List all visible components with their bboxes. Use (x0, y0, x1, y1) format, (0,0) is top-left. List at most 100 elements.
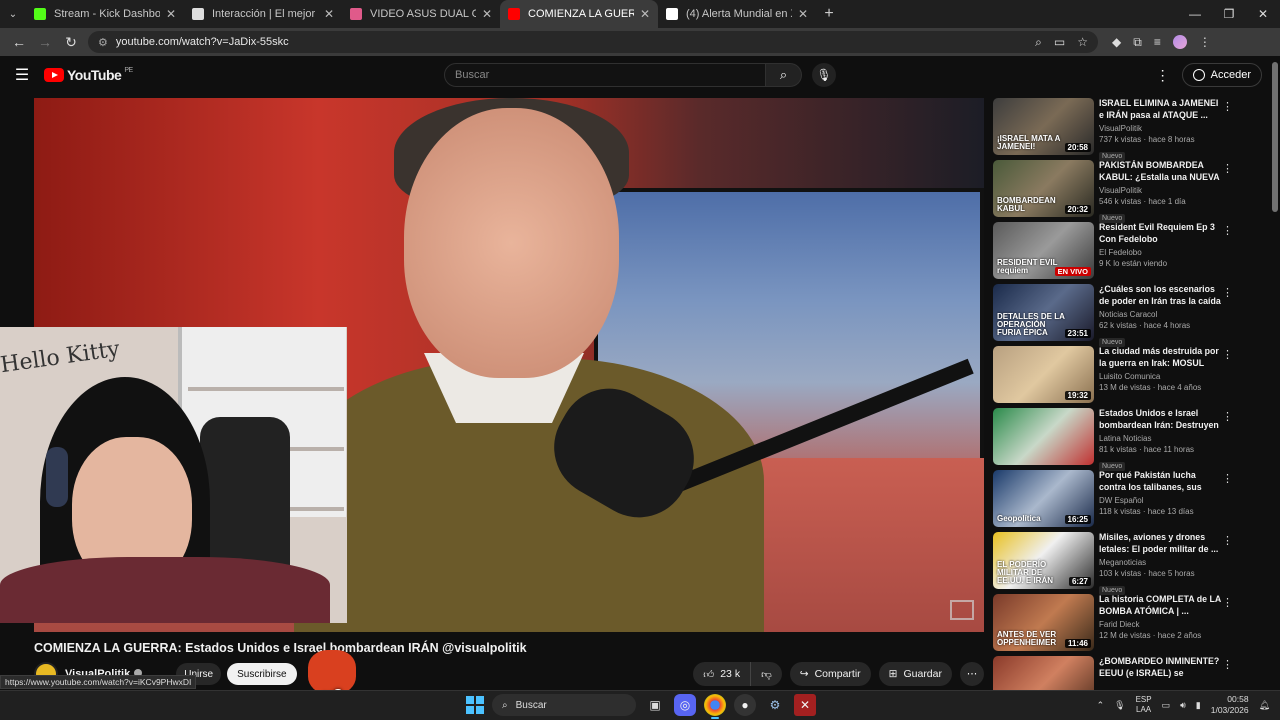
video-thumbnail[interactable]: RESIDENT EVIL requiem EN VIVO (993, 222, 1094, 279)
recommendation-channel[interactable]: Noticias Caracol (1099, 309, 1221, 320)
more-actions-icon[interactable]: ⋯ (960, 662, 984, 686)
recommendation-channel[interactable]: Luisito Comunica (1099, 371, 1221, 382)
site-info-icon[interactable]: ⚙ (98, 36, 108, 49)
new-tab-icon[interactable]: + (816, 5, 842, 23)
recommendation-item[interactable]: Geopolítica 16:25 Por qué Pakistán lucha c… (993, 470, 1243, 532)
task-view-icon[interactable]: ▣ (644, 694, 666, 716)
browser-tab[interactable]: VIDEO ASUS DUAL GEFORCE RTX ✕ (342, 0, 500, 28)
search-icon[interactable]: ⌕ (766, 63, 802, 87)
tab-close-icon[interactable]: ✕ (798, 7, 808, 21)
guide-menu-icon[interactable]: ☰ (0, 65, 44, 85)
reading-list-icon[interactable]: ≡ (1154, 35, 1161, 49)
system-clock[interactable]: 00:58 1/03/2026 (1211, 694, 1249, 716)
recommendation-item[interactable]: 19:32 La ciudad más destruida por la guer… (993, 346, 1243, 408)
recommendation-item[interactable]: Estados Unidos e Israel bombardean Irán:… (993, 408, 1243, 471)
more-options-icon[interactable]: ⋮ (1222, 348, 1233, 361)
close-window-icon[interactable]: ✕ (1246, 7, 1280, 21)
volume-icon[interactable]: 🔊︎ (1180, 700, 1186, 711)
search-input[interactable]: Buscar (444, 63, 766, 87)
reload-icon[interactable]: ↻ (58, 34, 84, 51)
video-thumbnail[interactable]: DETALLES DE LA OPERACIÓN FURIA ÉPICA 23:5… (993, 284, 1094, 341)
like-button[interactable]: 👍︎ 23 k (693, 662, 752, 686)
more-options-icon[interactable]: ⋮ (1222, 410, 1233, 423)
steam-icon[interactable]: ⚙ (764, 694, 786, 716)
windows-start-icon[interactable] (466, 696, 484, 714)
tray-mic-icon[interactable]: 🎙 (1114, 700, 1125, 711)
recommendation-item[interactable]: RESIDENT EVIL requiem EN VIVO Resident Evi… (993, 222, 1243, 284)
video-thumbnail[interactable]: BOMBARDEAN KABUL 20:32 (993, 160, 1094, 217)
input-language[interactable]: ESP LAA (1136, 695, 1152, 715)
browser-tab[interactable]: Stream - Kick Dashboard ✕ (26, 0, 184, 28)
recommendation-channel[interactable]: El Fedelobo (1099, 247, 1221, 258)
page-scrollbar[interactable] (1272, 62, 1278, 212)
restore-icon[interactable]: ❐ (1212, 7, 1246, 21)
more-options-icon[interactable]: ⋮ (1222, 596, 1233, 609)
browser-menu-icon[interactable]: ⋮ (1199, 35, 1211, 49)
profile-avatar[interactable] (1172, 35, 1187, 49)
tab-title: VIDEO ASUS DUAL GEFORCE RTX (370, 8, 476, 20)
sign-in-button[interactable]: Acceder (1181, 63, 1262, 87)
more-options-icon[interactable]: ⋮ (1222, 534, 1233, 547)
cast-icon[interactable]: ▭ (1054, 35, 1065, 50)
channel-watermark-icon[interactable] (950, 600, 974, 620)
settings-menu-icon[interactable]: ⋮ (1156, 67, 1170, 84)
taskbar-search[interactable]: ⌕ Buscar (492, 694, 636, 716)
recommendation-item[interactable]: BOMBARDEAN KABUL 20:32 PAKISTÁN BOMBARDEA … (993, 160, 1243, 223)
forward-icon[interactable]: → (32, 34, 58, 50)
battery-icon[interactable]: ▮ (1196, 700, 1201, 711)
back-icon[interactable]: ← (6, 34, 32, 50)
more-options-icon[interactable]: ⋮ (1222, 286, 1233, 299)
dota-icon[interactable]: ✕ (794, 694, 816, 716)
more-options-icon[interactable]: ⋮ (1222, 224, 1233, 237)
more-options-icon[interactable]: ⋮ (1222, 162, 1233, 175)
recommendation-channel[interactable]: VisualPolitik (1099, 185, 1221, 196)
subscribe-button[interactable]: Suscribirse (227, 663, 297, 685)
browser-tab[interactable]: Interacción | El mejor software para ✕ (184, 0, 342, 28)
microphone-icon[interactable]: 🎙 (812, 63, 836, 87)
minimize-icon[interactable]: — (1178, 7, 1212, 21)
recommendation-channel[interactable]: DW Español (1099, 495, 1221, 506)
more-options-icon[interactable]: ⋮ (1222, 100, 1233, 113)
recommendation-item[interactable]: ¡ISRAEL MATA A JAMENEI! 20:58 ISRAEL ELIMI… (993, 98, 1243, 161)
thumbnail-caption: EL PODERÍO MILITAR DE EE.UU. E IRÁN (997, 560, 1054, 585)
dislike-button[interactable]: 👎︎ (751, 662, 782, 686)
tray-overflow-icon[interactable]: ⌃ (1097, 700, 1105, 711)
browser-tab[interactable]: COMIENZA LA GUERRA: Estados Unidos ✕ (500, 0, 658, 28)
zoom-icon[interactable]: ⌕ (1035, 35, 1042, 50)
discord-icon[interactable]: ◎ (674, 694, 696, 716)
chrome-icon[interactable] (704, 694, 726, 719)
recommendation-meta: Estados Unidos e Israel bombardean Irán:… (1099, 408, 1221, 471)
tab-close-icon[interactable]: ✕ (166, 7, 176, 21)
recommendation-channel[interactable]: Latina Noticias (1099, 433, 1221, 444)
tab-close-icon[interactable]: ✕ (640, 7, 650, 21)
obs-icon[interactable]: ● (734, 694, 756, 716)
share-button[interactable]: ↪ Compartir (789, 662, 871, 686)
recommendation-item[interactable]: EL PODERÍO MILITAR DE EE.UU. E IRÁN 6:27 M… (993, 532, 1243, 595)
video-thumbnail[interactable]: ¡ISRAEL MATA A JAMENEI! 20:58 (993, 98, 1094, 155)
video-thumbnail[interactable] (993, 408, 1094, 465)
notifications-icon[interactable]: 🔔︎ (1259, 700, 1270, 711)
tab-close-icon[interactable]: ✕ (324, 7, 334, 21)
recommendation-channel[interactable]: Meganoticias (1099, 557, 1221, 568)
video-thumbnail[interactable]: Geopolítica 16:25 (993, 470, 1094, 527)
video-thumbnail[interactable]: 19:32 (993, 346, 1094, 403)
video-thumbnail[interactable]: ANTES DE VER OPPENHEIMER 11:46 (993, 594, 1094, 651)
address-bar[interactable]: ⚙ youtube.com/watch?v=JaDix-55skc ⌕ ▭ ☆ (88, 31, 1098, 53)
youtube-logo[interactable]: YouTube PE (44, 67, 133, 83)
recommendation-channel[interactable]: Farid Dieck (1099, 619, 1221, 630)
recommendation-item[interactable]: DETALLES DE LA OPERACIÓN FURIA ÉPICA 23:5… (993, 284, 1243, 347)
tab-search-icon[interactable]: ⌄ (0, 0, 26, 28)
extensions-puzzle-icon[interactable]: ⧉ (1133, 35, 1142, 50)
recommendation-channel[interactable]: VisualPolitik (1099, 123, 1221, 134)
tab-close-icon[interactable]: ✕ (482, 7, 492, 21)
extension-icon[interactable]: ◆ (1112, 35, 1121, 49)
bookmark-star-icon[interactable]: ☆ (1077, 35, 1088, 50)
browser-tab[interactable]: (4) Alerta Mundial en X: "usa y ✕ (658, 0, 816, 28)
more-options-icon[interactable]: ⋮ (1222, 472, 1233, 485)
save-button[interactable]: ⊞ Guardar (878, 662, 952, 686)
more-options-icon[interactable]: ⋮ (1222, 658, 1233, 671)
network-icon[interactable]: ▭ (1162, 700, 1171, 711)
recommendation-title: Estados Unidos e Israel bombardean Irán:… (1099, 408, 1219, 430)
video-thumbnail[interactable]: EL PODERÍO MILITAR DE EE.UU. E IRÁN 6:27 (993, 532, 1094, 589)
recommendation-item[interactable]: ANTES DE VER OPPENHEIMER 11:46 La historia… (993, 594, 1243, 656)
